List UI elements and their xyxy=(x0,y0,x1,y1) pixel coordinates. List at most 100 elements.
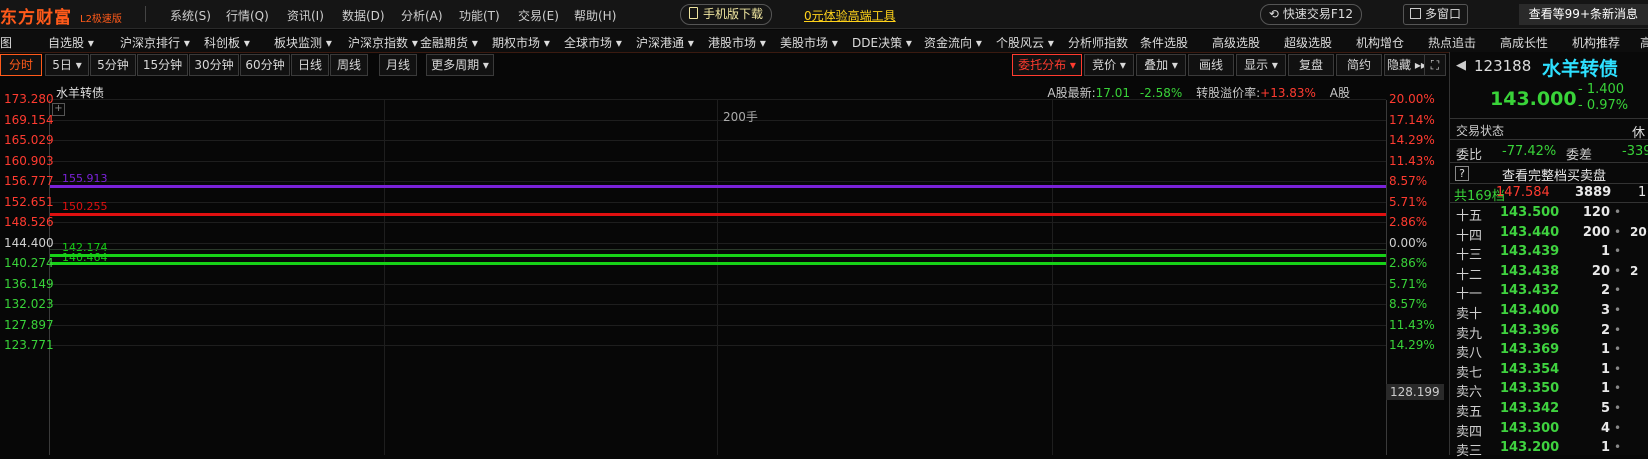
order-book-row[interactable]: 十五 143.500 120 • xyxy=(1450,205,1648,224)
order-volume: 1 xyxy=(1600,244,1610,260)
order-price: 143.438 xyxy=(1500,263,1560,279)
nav-global[interactable]: 全球市场 ▾ xyxy=(564,34,622,51)
fullscreen-icon[interactable]: ⛶ xyxy=(1424,54,1446,76)
order-book-row[interactable]: 卖四 143.300 4 • xyxy=(1450,421,1648,440)
y-tick-label-left: 127.897 xyxy=(4,317,54,332)
nav-more[interactable]: 高 xyxy=(1640,34,1648,51)
nav-hk[interactable]: 港股市场 ▾ xyxy=(708,34,766,51)
nav-hot[interactable]: 热点追击 xyxy=(1428,34,1476,51)
menu-news[interactable]: 资讯(I) xyxy=(287,7,324,24)
order-book-row[interactable]: 卖三 143.200 1 • xyxy=(1450,440,1648,459)
draw-line-button[interactable]: 画线 xyxy=(1188,54,1234,76)
grid-line xyxy=(50,181,1386,182)
y-tick-label-right: 2.86% xyxy=(1389,215,1428,229)
order-price: 143.300 xyxy=(1500,420,1560,436)
menu-trade[interactable]: 交易(E) xyxy=(518,7,559,24)
nav-chart[interactable]: 图 xyxy=(0,34,12,51)
period-60min[interactable]: 60分钟 xyxy=(240,54,290,76)
menu-analysis[interactable]: 分析(A) xyxy=(401,7,443,24)
order-book-row[interactable]: 十四 143.440 200 • 20 xyxy=(1450,225,1648,244)
nav-index[interactable]: 沪深京指数 ▾ xyxy=(348,34,418,51)
nav-condition-pick[interactable]: 条件选股 xyxy=(1140,34,1188,51)
order-price: 143.354 xyxy=(1500,361,1560,377)
crosshair-toggle-icon[interactable]: + xyxy=(52,103,65,116)
order-volume: 2 xyxy=(1600,283,1610,299)
menu-help[interactable]: 帮助(H) xyxy=(574,7,616,24)
nav-dde[interactable]: DDE决策 ▾ xyxy=(852,34,912,51)
order-dot: • xyxy=(1614,224,1622,239)
free-trial-link[interactable]: 0元体验高端工具 xyxy=(804,7,896,24)
menu-quote[interactable]: 行情(Q) xyxy=(226,7,269,24)
order-level-name: 卖七 xyxy=(1456,365,1483,381)
period-5min[interactable]: 5分钟 xyxy=(90,54,136,76)
nav-stock-cloud[interactable]: 个股风云 ▾ xyxy=(996,34,1054,51)
order-book-row[interactable]: 十一 143.432 2 • xyxy=(1450,283,1648,302)
grid-line xyxy=(50,222,1386,223)
multi-window-button[interactable]: 多窗口 xyxy=(1402,4,1468,25)
mobile-download-button[interactable]: 手机版下载 xyxy=(680,4,773,25)
y-tick-label-left: 173.280 xyxy=(4,92,54,106)
messages-button[interactable]: 查看等99+条新消息 xyxy=(1518,4,1648,25)
menu-data[interactable]: 数据(D) xyxy=(342,7,385,24)
order-price: 143.396 xyxy=(1500,322,1560,338)
grid-line xyxy=(50,345,1386,346)
period-intraday[interactable]: 分时 xyxy=(0,54,42,76)
divider xyxy=(1450,183,1648,184)
menu-function[interactable]: 功能(T) xyxy=(459,7,500,24)
order-book-row[interactable]: 十二 143.438 20 • 2 xyxy=(1450,264,1648,283)
nav-watchlist[interactable]: 自选股 ▾ xyxy=(48,34,94,51)
order-level-name: 十五 xyxy=(1456,209,1483,224)
order-book-row[interactable]: 卖六 143.350 1 • xyxy=(1450,381,1648,400)
nav-us[interactable]: 美股市场 ▾ xyxy=(780,34,838,51)
quote-name: 水羊转债 xyxy=(1542,58,1619,80)
auction-button[interactable]: 竞价 ▾ xyxy=(1084,54,1134,76)
period-week[interactable]: 周线 xyxy=(330,54,368,76)
period-15min[interactable]: 15分钟 xyxy=(137,54,188,76)
order-book-row[interactable]: 卖八 143.369 1 • xyxy=(1450,342,1648,361)
intraday-chart[interactable] xyxy=(49,100,1387,455)
nav-options[interactable]: 期权市场 ▾ xyxy=(492,34,550,51)
order-book-row[interactable]: 卖十 143.400 3 • xyxy=(1450,303,1648,322)
order-distribution-button[interactable]: 委托分布 ▾ xyxy=(1012,54,1082,76)
help-icon[interactable]: ? xyxy=(1455,166,1469,181)
nav-fund-flow[interactable]: 资金流向 ▾ xyxy=(924,34,982,51)
phone-icon xyxy=(689,7,698,19)
nav-ranking[interactable]: 沪深京排行 ▾ xyxy=(120,34,190,51)
order-extra: 2 xyxy=(1630,263,1639,278)
period-month[interactable]: 月线 xyxy=(379,54,417,76)
simple-button[interactable]: 简约 xyxy=(1336,54,1382,76)
nav-sector-monitor[interactable]: 板块监测 ▾ xyxy=(274,34,332,51)
period-more[interactable]: 更多周期 ▾ xyxy=(426,54,494,76)
a-share-label: A股最新: xyxy=(1047,86,1096,100)
order-book-row[interactable]: 卖九 143.396 2 • xyxy=(1450,323,1648,342)
order-book-row[interactable]: 十三 143.439 1 • xyxy=(1450,244,1648,263)
fast-trade-button[interactable]: ⟲ 快速交易F12 xyxy=(1259,4,1362,25)
nav-growth[interactable]: 高成长性 xyxy=(1500,34,1548,51)
order-book-row[interactable]: 卖七 143.354 1 • xyxy=(1450,362,1648,381)
quote-panel: ◀ 123188 水羊转债 143.000 - 1.400 - 0.97% 交易… xyxy=(1449,52,1648,459)
menu-system[interactable]: 系统(S) xyxy=(170,7,211,24)
period-day[interactable]: 日线 xyxy=(291,54,329,76)
nav-inst-add[interactable]: 机构增仓 xyxy=(1356,34,1404,51)
premium-value: +13.83% xyxy=(1260,86,1316,100)
nav-inst-recommend[interactable]: 机构推荐 xyxy=(1572,34,1620,51)
status-label: 交易状态 xyxy=(1456,124,1505,138)
nav-connect[interactable]: 沪深港通 ▾ xyxy=(636,34,694,51)
nav-analyst[interactable]: 分析师指数 xyxy=(1068,34,1128,51)
nav-super-pick[interactable]: 超级选股 xyxy=(1284,34,1332,51)
nav-star-market[interactable]: 科创板 ▾ xyxy=(204,34,250,51)
nav-advanced-pick[interactable]: 高级选股 xyxy=(1212,34,1260,51)
order-book-row[interactable]: 卖五 143.342 5 • xyxy=(1450,401,1648,420)
divider xyxy=(1450,202,1648,203)
overlay-button[interactable]: 叠加 ▾ xyxy=(1136,54,1186,76)
order-dot: • xyxy=(1614,342,1622,357)
full-book-link[interactable]: 查看完整档买卖盘 xyxy=(1502,165,1606,184)
period-5day[interactable]: 5日 ▾ xyxy=(45,54,89,76)
prev-arrow-icon[interactable]: ◀ xyxy=(1456,58,1466,73)
nav-fin-futures[interactable]: 金融期货 ▾ xyxy=(420,34,478,51)
refresh-icon: ⟲ xyxy=(1268,7,1279,21)
display-button[interactable]: 显示 ▾ xyxy=(1236,54,1286,76)
y-tick-label-right: 14.29% xyxy=(1389,133,1435,147)
replay-button[interactable]: 复盘 xyxy=(1288,54,1334,76)
period-30min[interactable]: 30分钟 xyxy=(189,54,239,76)
